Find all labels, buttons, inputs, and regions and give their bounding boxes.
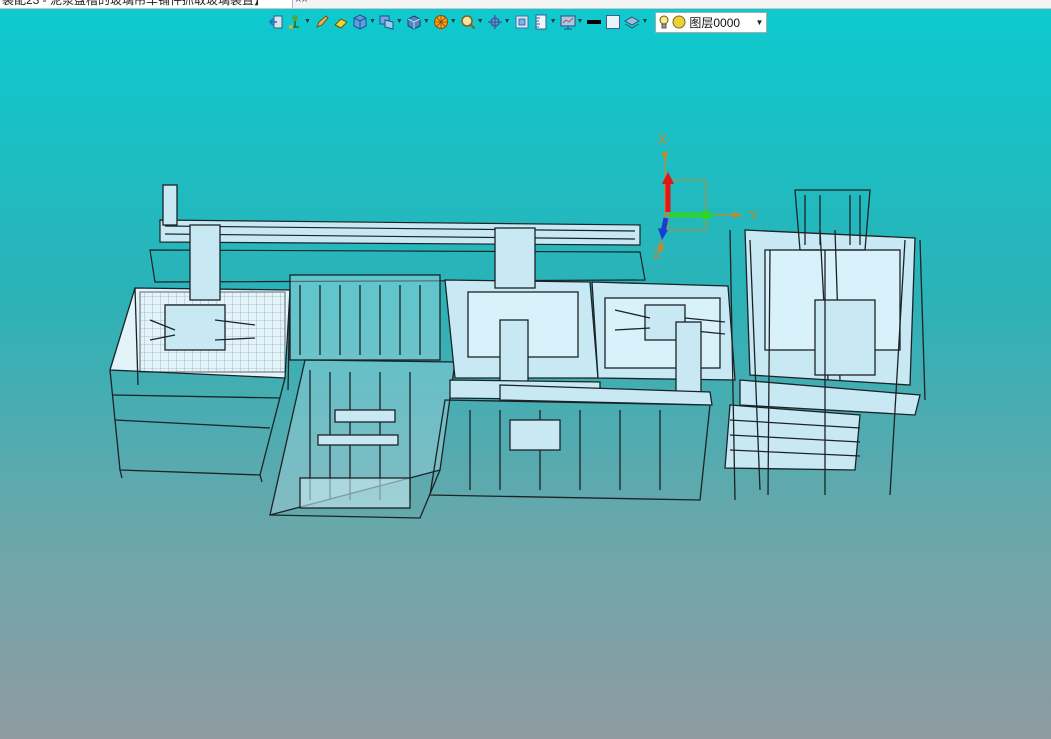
- layer-manager-button[interactable]: ▼: [624, 11, 648, 33]
- line-color-icon: [587, 20, 602, 24]
- fill-color-button[interactable]: [605, 11, 621, 33]
- middle-left-cage: [269, 274, 456, 519]
- chevron-down-icon[interactable]: ▼: [550, 14, 557, 30]
- axis-z-label: Z: [653, 245, 662, 261]
- zoom-button[interactable]: ▼: [460, 11, 484, 33]
- eraser-icon: [334, 18, 348, 29]
- pencil-icon: [316, 15, 329, 28]
- document-tab-strip: 装配23 - 泥浆盘槽的玻璃吊车铺件抓取玻璃装置】 ××: [0, 0, 1051, 9]
- view-orient-icon: [379, 15, 394, 30]
- chevron-down-icon[interactable]: ▼: [755, 18, 763, 27]
- axis-x-label: X: [658, 131, 668, 147]
- render-mode-icon: [407, 15, 421, 30]
- section-view-button[interactable]: [514, 11, 530, 33]
- fill-color-icon: [606, 15, 621, 29]
- display-settings-button[interactable]: ▼: [560, 11, 584, 33]
- measure-button[interactable]: ▼: [533, 11, 557, 33]
- axis-y-label: Y: [749, 207, 759, 223]
- 3d-viewport[interactable]: X Y Z: [0, 35, 1051, 739]
- right-station: [724, 189, 926, 501]
- chevron-down-icon[interactable]: ▼: [304, 14, 311, 30]
- tab-close-icon[interactable]: ××: [295, 0, 308, 8]
- pan-rotate-button[interactable]: ▼: [487, 11, 511, 33]
- ruler-icon: [535, 14, 547, 30]
- zoom-icon: [433, 15, 448, 29]
- view-orientation-button[interactable]: ▼: [379, 11, 403, 33]
- assembly-model[interactable]: [0, 35, 1051, 739]
- eraser-button[interactable]: [333, 11, 349, 33]
- solid-view-button[interactable]: ▼: [352, 11, 376, 33]
- document-tab[interactable]: 装配23 - 泥浆盘槽的玻璃吊车铺件抓取玻璃装置】: [0, 0, 293, 8]
- sketch-pencil-button[interactable]: [314, 11, 330, 33]
- lightbulb-icon[interactable]: [659, 15, 669, 30]
- exit-sketch-button[interactable]: [268, 11, 284, 33]
- render-mode-button[interactable]: ▼: [406, 11, 430, 33]
- chevron-down-icon[interactable]: ▼: [477, 14, 484, 30]
- view-toolbar: ▼ ▼ ▼ ▼ ▼ ▼ ▼ ▼ ▼ ▼ 图层0000 ▼: [268, 11, 864, 33]
- feature-tree-button[interactable]: ▼: [287, 11, 311, 33]
- chevron-down-icon[interactable]: ▼: [577, 14, 584, 30]
- cube-icon: [353, 14, 367, 30]
- move-icon: [487, 15, 502, 29]
- magnifier-icon: [460, 15, 475, 30]
- line-color-button[interactable]: [586, 11, 602, 33]
- layer-stack-icon: [624, 16, 641, 29]
- layer-name: 图层0000: [689, 15, 741, 30]
- chevron-down-icon[interactable]: ▼: [423, 14, 430, 30]
- layer-color-icon: [672, 15, 686, 29]
- chevron-down-icon[interactable]: ▼: [641, 14, 648, 30]
- chevron-down-icon[interactable]: ▼: [396, 14, 403, 30]
- back-rail: [149, 219, 646, 283]
- section-view-icon: [515, 15, 529, 29]
- display-icon: [560, 15, 575, 30]
- chevron-down-icon[interactable]: ▼: [450, 14, 457, 30]
- appearance-button[interactable]: ▼: [433, 11, 457, 33]
- chevron-down-icon[interactable]: ▼: [504, 14, 511, 30]
- feature-tree-icon: [289, 15, 299, 29]
- layer-select[interactable]: 图层0000 ▼: [655, 11, 768, 33]
- chevron-down-icon[interactable]: ▼: [369, 14, 376, 30]
- exit-sketch-icon: [268, 15, 283, 29]
